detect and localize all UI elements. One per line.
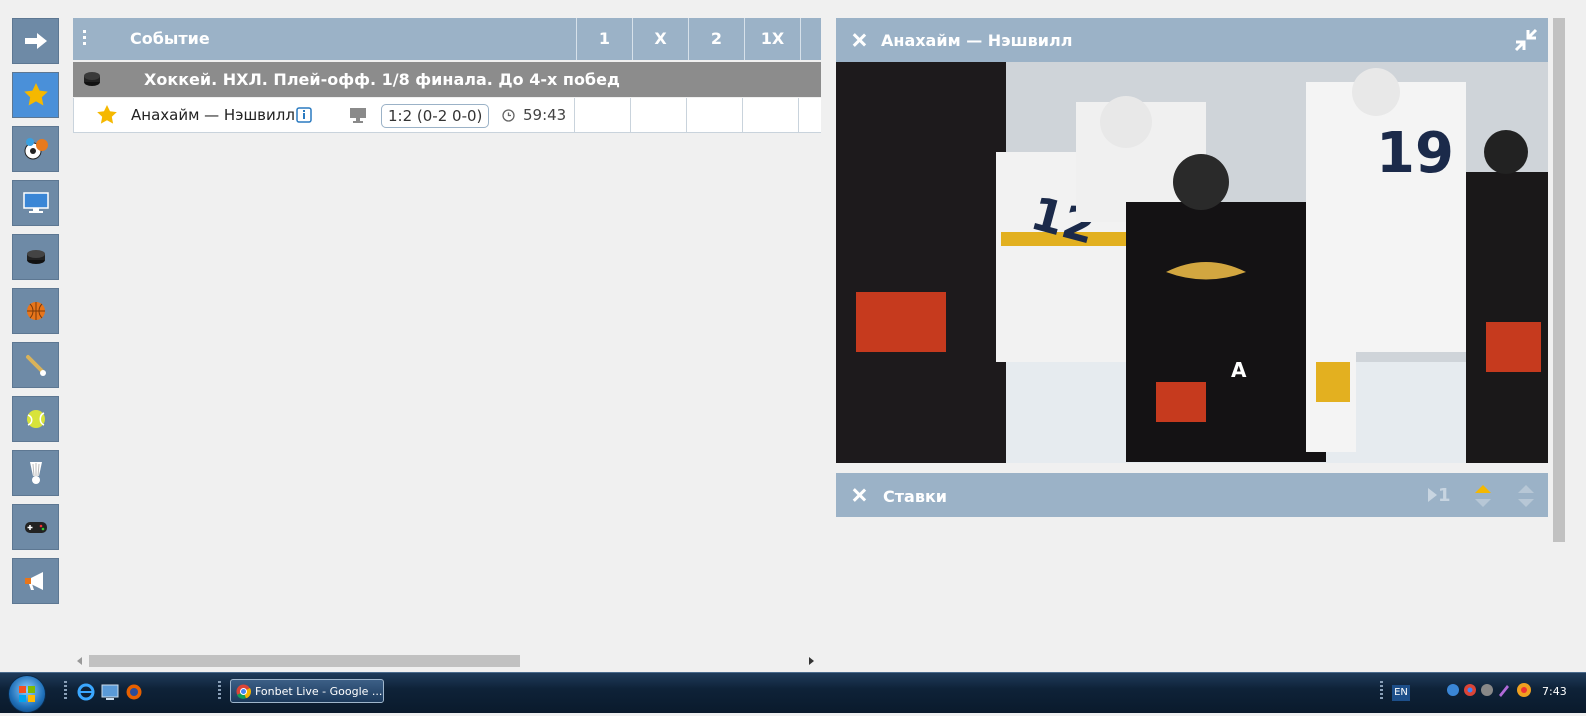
- odds-cell-overflow: [798, 98, 821, 132]
- header-col-1x[interactable]: 1X: [744, 18, 800, 60]
- header-col-x[interactable]: X: [632, 18, 688, 60]
- start-button[interactable]: [8, 675, 46, 713]
- promo-button[interactable]: [12, 558, 59, 604]
- video-panel-title: Анахайм — Нэшвилл: [881, 31, 1073, 50]
- scroll-thumb[interactable]: [89, 655, 520, 667]
- monitor-icon: [22, 192, 49, 213]
- svg-text:A: A: [1231, 358, 1247, 382]
- hockey-video-frame: 12 A 19: [836, 62, 1548, 463]
- tennis-button[interactable]: [12, 396, 59, 442]
- bets-counter: 1: [1438, 485, 1451, 506]
- vertical-scrollbar[interactable]: [1553, 18, 1565, 542]
- header-col-1[interactable]: 1: [576, 18, 632, 60]
- network-tray-icon[interactable]: [1446, 683, 1460, 697]
- event-time: 59:43: [523, 106, 567, 124]
- arrow-right-icon: [24, 33, 47, 49]
- taskbar-grip: [64, 681, 67, 701]
- close-bets-icon[interactable]: [852, 488, 866, 502]
- odds-cell-1[interactable]: [574, 98, 630, 132]
- hockey-button[interactable]: [12, 234, 59, 280]
- star-icon: [23, 83, 48, 106]
- windows-taskbar: Fonbet Live - Google ... EN 7:43: [0, 672, 1586, 713]
- pen-tray-icon[interactable]: [1497, 683, 1511, 697]
- event-score: 1:2 (0-2 0-0): [381, 104, 490, 128]
- esports-button[interactable]: [12, 504, 59, 550]
- taskbar-grip: [218, 681, 221, 701]
- badminton-icon: [29, 462, 42, 484]
- windows-logo-icon: [19, 686, 35, 702]
- svg-text:19: 19: [1376, 121, 1454, 186]
- league-row[interactable]: Хоккей. НХЛ. Плей-офф. 1/8 финала. До 4-…: [73, 62, 821, 97]
- favorite-star-icon[interactable]: [96, 104, 118, 126]
- all-sports-icon: [24, 138, 48, 160]
- badminton-button[interactable]: [12, 450, 59, 496]
- bets-panel-title: Ставки: [883, 487, 948, 506]
- taskbar-grip: [1380, 681, 1383, 701]
- play-icon[interactable]: [1428, 488, 1438, 502]
- avast-tray-icon[interactable]: [1516, 682, 1532, 698]
- column-menu-icon[interactable]: [83, 30, 87, 48]
- gamepad-icon: [24, 522, 47, 533]
- odds-cell-1x[interactable]: [742, 98, 798, 132]
- info-icon[interactable]: [296, 107, 312, 123]
- hockey-puck-icon: [26, 250, 45, 264]
- events-table-header: Событие 1 X 2 1X: [73, 18, 821, 60]
- event-name[interactable]: Анахайм — Нэшвилл: [131, 106, 295, 124]
- event-row[interactable]: Анахайм — Нэшвилл 1:2 (0-2 0-0) 59:43: [73, 98, 821, 133]
- live-video-button[interactable]: [12, 180, 59, 226]
- odds-cell-x[interactable]: [630, 98, 686, 132]
- megaphone-icon: [24, 572, 43, 590]
- video-monitor-icon[interactable]: [349, 107, 367, 124]
- baseball-icon: [25, 355, 46, 376]
- taskbar-chrome-window[interactable]: Fonbet Live - Google ...: [230, 679, 384, 703]
- chrome-tray-icon[interactable]: [1463, 683, 1477, 697]
- language-indicator[interactable]: EN: [1392, 685, 1410, 701]
- collapse-arrow-button[interactable]: [12, 18, 59, 64]
- header-event-title: Событие: [130, 29, 210, 48]
- video-player[interactable]: 12 A 19: [836, 62, 1548, 463]
- close-video-icon[interactable]: [852, 33, 866, 47]
- favorites-button[interactable]: [12, 72, 59, 118]
- baseball-button[interactable]: [12, 342, 59, 388]
- firefox-icon[interactable]: [125, 683, 143, 701]
- bets-panel-header: Ставки 1: [836, 473, 1548, 517]
- clock: 7:43: [1542, 685, 1567, 698]
- header-col-overflow: [800, 18, 821, 60]
- internet-explorer-icon[interactable]: [77, 683, 95, 701]
- odds-cell-2[interactable]: [686, 98, 742, 132]
- chrome-icon: [236, 684, 251, 699]
- video-panel-header: Анахайм — Нэшвилл: [836, 18, 1548, 62]
- basketball-icon: [26, 302, 45, 320]
- basketball-button[interactable]: [12, 288, 59, 334]
- all-sports-button[interactable]: [12, 126, 59, 172]
- scroll-right-icon[interactable]: [809, 657, 815, 665]
- horizontal-scrollbar[interactable]: [73, 652, 821, 669]
- league-title: Хоккей. НХЛ. Плей-офф. 1/8 финала. До 4-…: [144, 70, 620, 89]
- taskbar-window-title: Fonbet Live - Google ...: [255, 685, 383, 698]
- sort-icon[interactable]: [1516, 483, 1536, 509]
- clock-icon: [502, 109, 515, 122]
- show-desktop-icon[interactable]: [101, 683, 119, 701]
- collapse-arrows-icon[interactable]: [1514, 28, 1538, 52]
- header-col-2[interactable]: 2: [688, 18, 744, 60]
- scroll-left-icon[interactable]: [77, 657, 83, 665]
- sort-yellow-icon[interactable]: [1473, 483, 1493, 509]
- tray-app-icon[interactable]: [1480, 683, 1494, 697]
- hockey-puck-icon: [84, 72, 100, 86]
- tennis-ball-icon: [26, 410, 45, 428]
